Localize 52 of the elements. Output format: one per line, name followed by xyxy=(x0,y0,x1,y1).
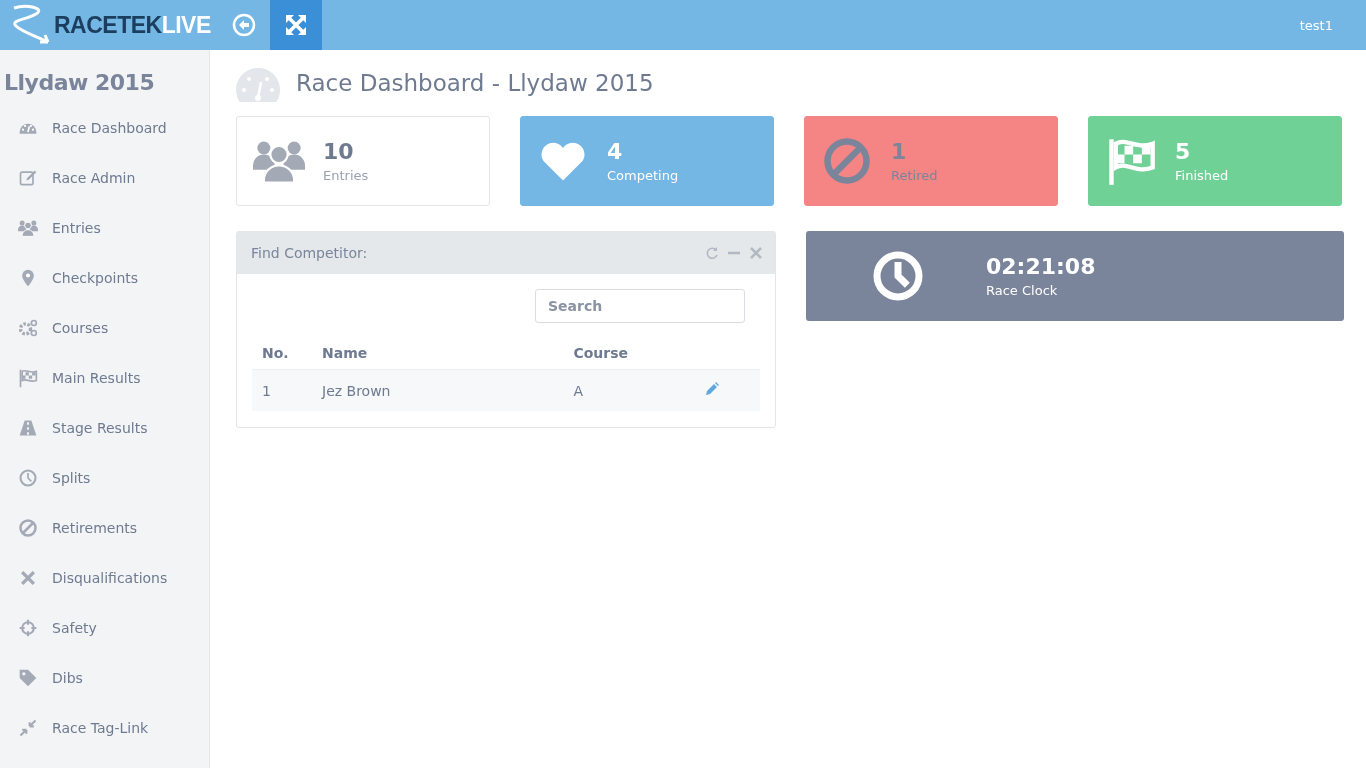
brand-name: RACETEKLIVE xyxy=(54,11,211,39)
crosshair-icon xyxy=(18,618,38,638)
sidebar-item[interactable]: Safety xyxy=(4,603,209,653)
compress-arrows-icon xyxy=(18,718,38,738)
table-cell: Jez Brown xyxy=(312,369,564,411)
clock-icon xyxy=(18,468,38,488)
sidebar-item[interactable]: Stage Results xyxy=(4,403,209,453)
sidebar-item[interactable]: Courses xyxy=(4,303,209,353)
column-header: Course xyxy=(563,337,664,370)
stat-value: 5 xyxy=(1175,139,1192,164)
panel-title: Find Competitor: xyxy=(251,245,368,261)
sidebar-item[interactable]: Dibs xyxy=(4,653,209,703)
dashboard-icon xyxy=(236,68,280,102)
ban-icon xyxy=(821,135,873,187)
checkered-flag-icon xyxy=(18,368,38,388)
stat-label: Competing xyxy=(607,168,679,183)
page-title: Race Dashboard - Llydaw 2015 xyxy=(296,70,654,96)
table-cell: 1 xyxy=(252,369,312,411)
stat-label: Entries xyxy=(323,168,369,183)
sidebar-item[interactable]: Retirements xyxy=(4,503,209,553)
people-icon xyxy=(18,218,38,238)
stat-value: 4 xyxy=(607,139,624,164)
close-icon[interactable] xyxy=(749,246,763,260)
ban-icon xyxy=(18,518,38,538)
sidebar-item[interactable]: Race Admin xyxy=(4,153,209,203)
search-field[interactable]: Search xyxy=(535,289,745,323)
event-title: Llydaw 2015 xyxy=(4,69,156,97)
refresh-icon[interactable] xyxy=(705,246,719,260)
table-cell: A xyxy=(563,369,664,411)
user-name[interactable]: test1 xyxy=(1299,17,1333,33)
column-header: No. xyxy=(252,337,312,370)
sidebar-item[interactable]: Checkpoints xyxy=(4,253,209,303)
cross-icon xyxy=(18,568,38,588)
stat-label: Finished xyxy=(1175,168,1229,183)
column-header: Name xyxy=(312,337,564,370)
tag-icon xyxy=(18,668,38,688)
stat-label: Retired xyxy=(891,168,938,183)
sidebar-item[interactable]: Race Tag-Link xyxy=(4,703,209,753)
sidebar-item[interactable]: Race Dashboard xyxy=(4,103,209,153)
edit-pencil-icon[interactable] xyxy=(704,382,719,396)
clock-time: 02:21:08 xyxy=(986,254,1096,279)
edit-icon xyxy=(18,168,38,188)
sidebar-item[interactable]: Splits xyxy=(4,453,209,503)
stat-value: 10 xyxy=(323,139,355,164)
fullscreen-button[interactable] xyxy=(270,0,322,50)
sidebar-item[interactable]: Entries xyxy=(4,203,209,253)
stat-value: 1 xyxy=(891,139,908,164)
sidebar-item[interactable]: Disqualifications xyxy=(4,553,209,603)
road-icon xyxy=(18,418,38,438)
expand-arrows-icon xyxy=(284,13,308,37)
clock-label: Race Clock xyxy=(986,283,1059,298)
sidebar-item[interactable]: Main Results xyxy=(4,353,209,403)
